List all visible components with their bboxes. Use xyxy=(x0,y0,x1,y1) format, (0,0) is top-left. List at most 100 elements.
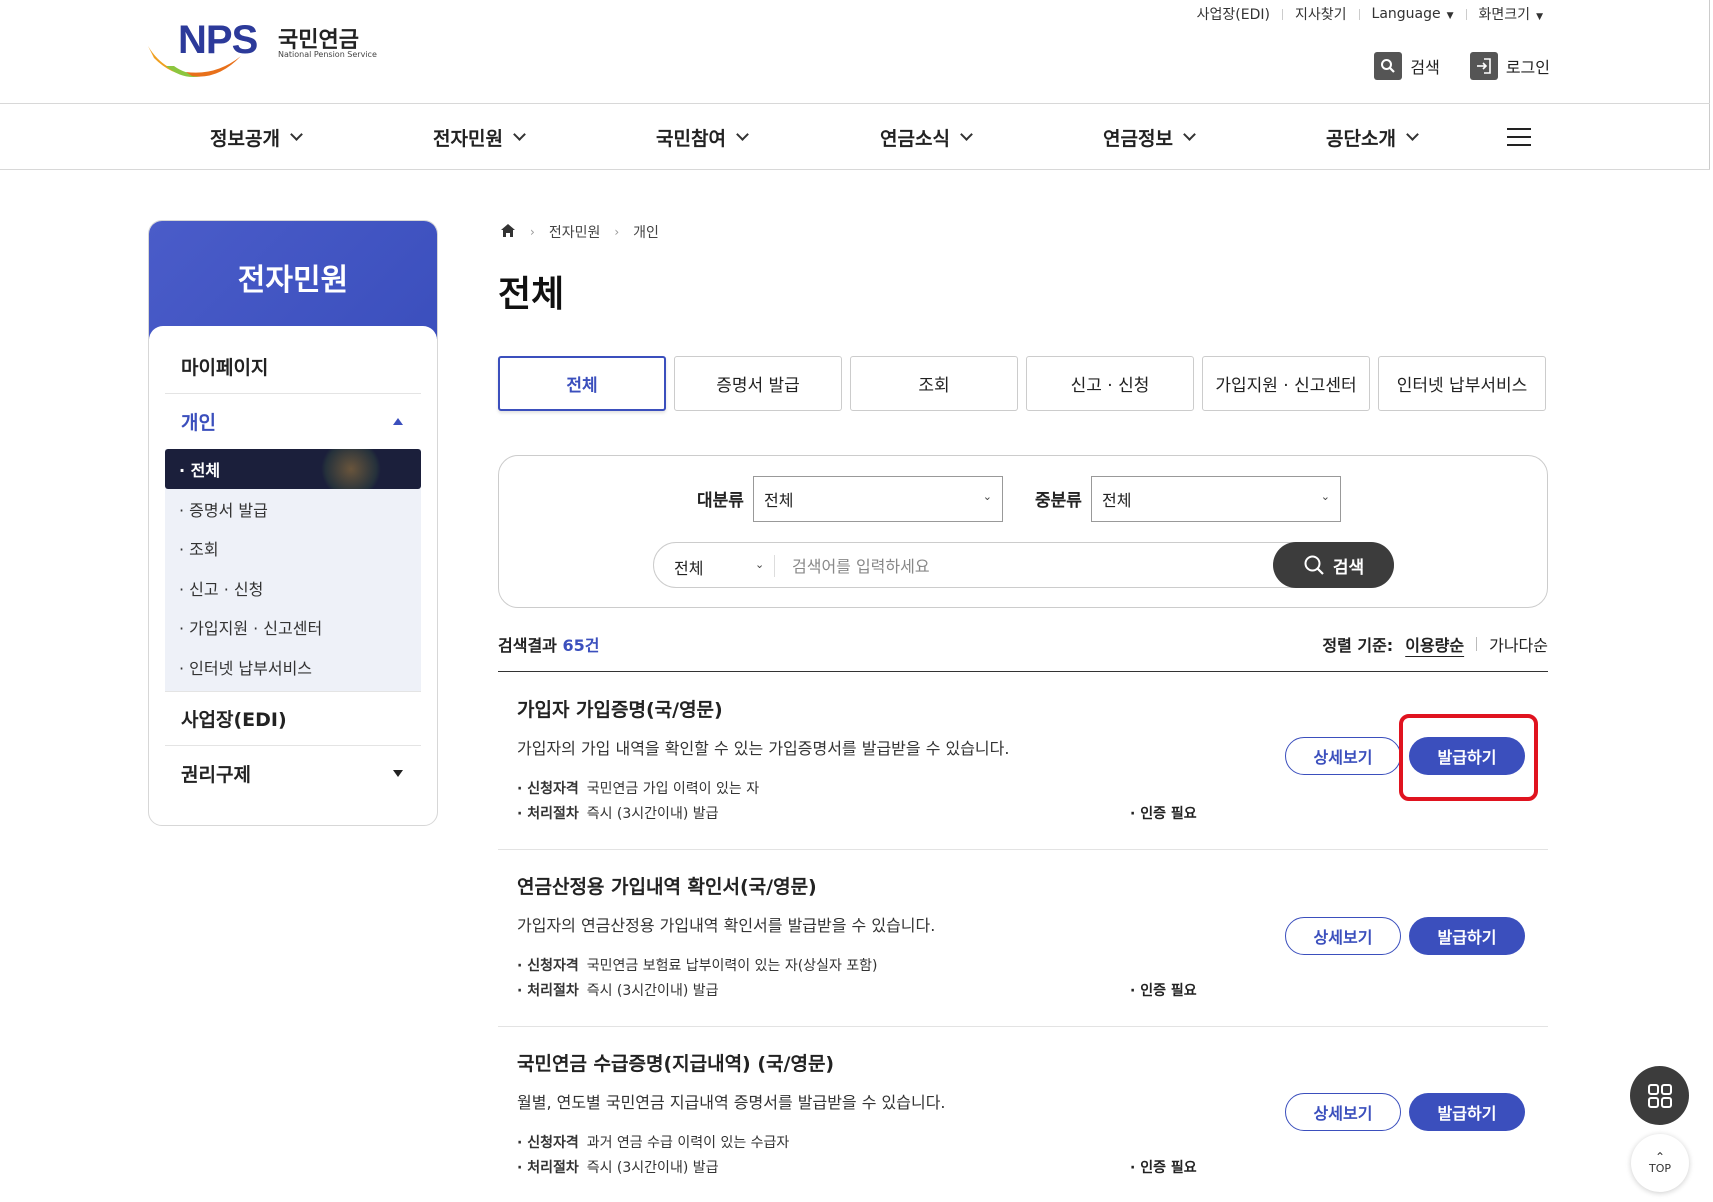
gnb-item-pension-info[interactable]: 연금정보 xyxy=(1103,124,1196,151)
sidebar-item-edi[interactable]: 사업장(EDI) xyxy=(165,690,421,746)
search-input[interactable] xyxy=(792,551,1222,581)
tab-support-center[interactable]: 가입지원 · 신고센터 xyxy=(1202,356,1370,411)
grid-icon xyxy=(1647,1083,1672,1108)
sidebar-item-mypage[interactable]: 마이페이지 xyxy=(165,339,421,394)
chevron-down-icon: ⌄ xyxy=(982,490,992,503)
tab-all[interactable]: 전체 xyxy=(498,356,666,411)
breadcrumb-item[interactable]: 개인 xyxy=(633,222,659,242)
gnb-item-info[interactable]: 정보공개 xyxy=(210,124,303,151)
detail-button[interactable]: 상세보기 xyxy=(1285,737,1401,775)
tab-inquiry[interactable]: 조회 xyxy=(850,356,1018,411)
sidebar-subitem-support[interactable]: · 가입지원 · 신고센터 xyxy=(165,608,421,648)
auth-required-badge: · 인증 필요 xyxy=(1130,806,1197,822)
divider xyxy=(1465,8,1467,20)
quick-menu-button[interactable] xyxy=(1630,1066,1689,1125)
meta-value: 국민연금 보험료 납부이력이 있는 자(상실자 포함) xyxy=(586,958,878,974)
header-search-button[interactable]: 검색 xyxy=(1374,52,1440,80)
select-value: 전체 xyxy=(1102,491,1132,510)
chevron-down-icon: ⌄ xyxy=(1320,490,1330,503)
tab-report[interactable]: 신고 · 신청 xyxy=(1026,356,1194,411)
search-button[interactable]: 검색 xyxy=(1273,542,1394,588)
gnb-item-about[interactable]: 공단소개 xyxy=(1326,124,1419,151)
sort-by-usage[interactable]: 이용량순 xyxy=(1405,632,1464,656)
home-icon[interactable] xyxy=(500,223,516,242)
scroll-top-button[interactable]: ⌃ TOP xyxy=(1631,1134,1689,1192)
list-item: 연금산정용 가입내역 확인서(국/영문) 가입자의 연금산정용 가입내역 확인서… xyxy=(498,850,1548,1027)
gnb-item-news[interactable]: 연금소식 xyxy=(880,124,973,151)
chevron-down-icon xyxy=(736,128,749,141)
language-dropdown[interactable]: Language ▼ xyxy=(1372,6,1454,22)
chevron-down-icon xyxy=(513,128,526,141)
gnb-label: 연금소식 xyxy=(880,128,950,150)
hamburger-menu-icon[interactable] xyxy=(1507,128,1531,146)
item-process: · 처리절차 즉시 (3시간이내) 발급 xyxy=(517,803,719,823)
sidebar-subitem-payment[interactable]: · 인터넷 납부서비스 xyxy=(165,647,421,687)
sidebar-subitem-inquiry[interactable]: · 조회 xyxy=(165,529,421,569)
item-title[interactable]: 연금산정용 가입내역 확인서(국/영문) xyxy=(517,872,817,899)
sidebar-item-personal[interactable]: 개인 xyxy=(165,394,421,449)
item-eligibility: · 신청자격 과거 연금 수급 이력이 있는 수급자 xyxy=(517,1132,789,1152)
sidebar-item-rights[interactable]: 권리구제 xyxy=(165,746,421,801)
detail-button[interactable]: 상세보기 xyxy=(1285,917,1401,955)
divider xyxy=(1476,637,1478,651)
category-tabs: 전체 증명서 발급 조회 신고 · 신청 가입지원 · 신고센터 인터넷 납부서… xyxy=(498,356,1546,411)
meta-value: 즉시 (3시간이내) 발급 xyxy=(586,983,719,999)
sidebar-subitem-certificate[interactable]: · 증명서 발급 xyxy=(165,489,421,529)
tab-certificate[interactable]: 증명서 발급 xyxy=(674,356,842,411)
screen-size-dropdown[interactable]: 화면크기 ▼ xyxy=(1479,4,1543,24)
meta-label: · 처리절차 xyxy=(517,1160,579,1176)
caret-down-icon xyxy=(393,769,403,777)
item-eligibility: · 신청자격 국민연금 보험료 납부이력이 있는 자(상실자 포함) xyxy=(517,955,878,975)
tab-internet-payment[interactable]: 인터넷 납부서비스 xyxy=(1378,356,1546,411)
issue-button[interactable]: 발급하기 xyxy=(1409,1093,1525,1131)
search-panel: 대분류 전체 ⌄ 중분류 전체 ⌄ 전체 ⌄ 검색 xyxy=(498,455,1548,608)
sidebar-menu: 마이페이지 개인 · 전체 · 증명서 발급 · 조회 · 신고 · 신청 · … xyxy=(149,339,437,801)
meta-label: · 신청자격 xyxy=(517,781,579,797)
sidebar-title: 전자민원 xyxy=(149,221,437,340)
login-icon xyxy=(1469,52,1498,80)
sidebar-item-label: 권리구제 xyxy=(181,763,251,786)
meta-value: 즉시 (3시간이내) 발급 xyxy=(586,806,719,822)
breadcrumb: › 전자민원 › 개인 xyxy=(500,222,659,242)
chevron-right-icon: › xyxy=(530,225,535,239)
divider xyxy=(1358,8,1360,20)
chevron-down-icon: ⌄ xyxy=(755,558,765,571)
page: NPS 국민연금 National Pension Service 사업장(ED… xyxy=(0,0,1713,1202)
branch-link[interactable]: 지사찾기 xyxy=(1295,4,1347,24)
sort-by-alphabet[interactable]: 가나다순 xyxy=(1489,632,1548,656)
middle-category-select[interactable]: 전체 ⌄ xyxy=(1091,476,1341,522)
login-label: 로그인 xyxy=(1505,58,1550,77)
item-eligibility: · 신청자격 국민연금 가입 이력이 있는 자 xyxy=(517,778,759,798)
item-title[interactable]: 국민연금 수급증명(지급내역) (국/영문) xyxy=(517,1049,834,1076)
select-value: 전체 xyxy=(764,491,794,510)
sort-label: 정렬 기준: xyxy=(1322,636,1394,655)
list-item: 국민연금 수급증명(지급내역) (국/영문) 월별, 연도별 국민연금 지급내역… xyxy=(498,1027,1548,1202)
result-number: 65건 xyxy=(562,636,600,655)
item-process: · 처리절차 즉시 (3시간이내) 발급 xyxy=(517,980,719,1000)
issue-button[interactable]: 발급하기 xyxy=(1409,917,1525,955)
auth-required-badge: · 인증 필요 xyxy=(1130,1160,1197,1176)
gnb-label: 공단소개 xyxy=(1326,128,1396,150)
major-category-select[interactable]: 전체 ⌄ xyxy=(753,476,1003,522)
utility-nav: 사업장(EDI) 지사찾기 Language ▼ 화면크기 ▼ xyxy=(1197,4,1543,24)
nps-logo[interactable]: NPS 국민연금 National Pension Service xyxy=(146,18,377,80)
item-title[interactable]: 가입자 가입증명(국/영문) xyxy=(517,695,723,722)
gnb-item-participation[interactable]: 국민참여 xyxy=(656,124,749,151)
sidebar-subitem-report[interactable]: · 신고 · 신청 xyxy=(165,568,421,608)
breadcrumb-item[interactable]: 전자민원 xyxy=(549,222,601,242)
sidebar-subitem-all[interactable]: · 전체 xyxy=(165,449,421,489)
search-scope-select[interactable]: 전체 xyxy=(674,555,703,579)
search-icon xyxy=(1374,52,1403,80)
detail-button[interactable]: 상세보기 xyxy=(1285,1093,1401,1131)
meta-label: · 처리절차 xyxy=(517,983,579,999)
gnb-label: 국민참여 xyxy=(656,128,726,150)
search-icon xyxy=(1304,555,1324,575)
login-button[interactable]: 로그인 xyxy=(1469,52,1550,80)
result-count: 검색결과 65건 xyxy=(498,632,599,656)
logo-name-en: National Pension Service xyxy=(278,50,377,59)
header-actions: 검색 로그인 xyxy=(1374,52,1550,80)
item-description: 가입자의 연금산정용 가입내역 확인서를 발급받을 수 있습니다. xyxy=(517,916,936,935)
gnb-item-ecivil[interactable]: 전자민원 xyxy=(433,124,526,151)
meta-value: 과거 연금 수급 이력이 있는 수급자 xyxy=(586,1135,790,1151)
edi-link[interactable]: 사업장(EDI) xyxy=(1197,4,1270,24)
